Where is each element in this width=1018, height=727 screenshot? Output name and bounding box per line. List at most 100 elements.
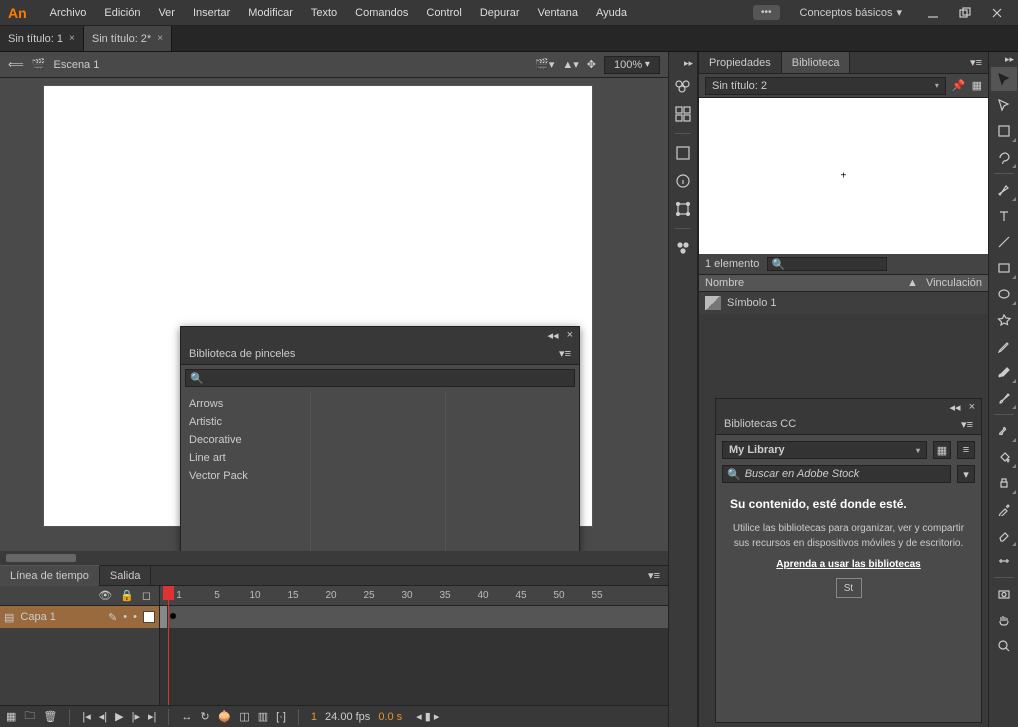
document-tab[interactable]: Sin título: 1 × xyxy=(0,26,84,51)
panel-menu-icon[interactable]: ▾≡ xyxy=(640,569,668,582)
playhead[interactable] xyxy=(168,586,169,705)
layer-color-chip[interactable] xyxy=(143,611,155,623)
timeline-ruler[interactable]: 1 5 10 15 20 25 30 35 40 45 50 55 xyxy=(160,586,668,606)
collapse-icon[interactable]: ▸▸ xyxy=(684,58,697,69)
brush-category-item[interactable]: Arrows xyxy=(181,395,310,413)
window-close-button[interactable] xyxy=(986,2,1008,24)
library-document-selector[interactable]: Sin título: 2 xyxy=(705,77,946,95)
bone-tool[interactable] xyxy=(991,419,1017,443)
text-tool[interactable] xyxy=(991,204,1017,228)
workspace-switcher[interactable]: Conceptos básicos ▾ xyxy=(790,6,912,19)
close-icon[interactable]: × xyxy=(69,33,75,44)
adobe-stock-icon[interactable]: St xyxy=(836,578,862,598)
free-transform-tool[interactable] xyxy=(991,119,1017,143)
collapse-icon[interactable]: ▸▸ xyxy=(1005,54,1018,65)
column-header-linkage[interactable]: Vinculación xyxy=(926,277,982,289)
rectangle-tool[interactable] xyxy=(991,256,1017,280)
delete-layer-button[interactable]: 🗑 xyxy=(43,710,57,723)
visibility-column-icon[interactable]: 👁 xyxy=(98,589,112,602)
width-tool[interactable] xyxy=(991,549,1017,573)
fps-value[interactable]: 24.00 fps xyxy=(325,711,370,723)
color-icon[interactable] xyxy=(672,142,694,164)
back-icon[interactable]: ⟸ xyxy=(8,58,24,71)
span-selector-icon[interactable]: ◂ ▮ ▸ xyxy=(416,710,439,723)
play-button[interactable]: ▶ xyxy=(115,710,123,723)
collapse-icon[interactable]: ◂◂ xyxy=(548,329,559,342)
goto-last-button[interactable]: ▸| xyxy=(148,710,156,723)
lock-dot-icon[interactable]: • xyxy=(133,611,137,623)
timeline-frame-track[interactable] xyxy=(160,606,668,628)
cc-learn-link[interactable]: Aprenda a usar las bibliotecas xyxy=(776,559,921,570)
cc-stock-search-input[interactable]: 🔍 Buscar en Adobe Stock xyxy=(722,465,951,483)
panel-menu-icon[interactable]: ▾≡ xyxy=(559,347,571,360)
scene-name[interactable]: Escena 1 xyxy=(53,59,99,71)
brush-category-item[interactable]: Line art xyxy=(181,449,310,467)
pin-library-icon[interactable]: 📌 xyxy=(952,79,966,92)
panel-menu-icon[interactable]: ▾≡ xyxy=(961,418,973,431)
clapboard-menu-icon[interactable]: 🎬▾ xyxy=(535,58,554,71)
step-back-button[interactable]: ◂| xyxy=(99,710,107,723)
align-icon[interactable] xyxy=(672,103,694,125)
collapse-icon[interactable]: ◂◂ xyxy=(950,401,961,414)
new-library-icon[interactable]: ▦ xyxy=(972,79,982,92)
stage-area[interactable]: ◂◂ × Biblioteca de pinceles ▾≡ 🔍 Arrows … xyxy=(0,78,668,551)
zoom-input[interactable]: 100% ▾ xyxy=(604,56,660,74)
hand-tool[interactable] xyxy=(991,608,1017,632)
lasso-tool[interactable] xyxy=(991,145,1017,169)
paint-brush-tool[interactable] xyxy=(991,386,1017,410)
swatches-icon[interactable] xyxy=(672,75,694,97)
current-frame-value[interactable]: 1 xyxy=(311,711,317,723)
sort-icon[interactable]: ▲ xyxy=(907,277,918,289)
selection-tool[interactable] xyxy=(991,67,1017,91)
menu-control[interactable]: Control xyxy=(417,0,470,26)
list-view-button[interactable]: ≡ xyxy=(957,441,975,459)
new-layer-button[interactable]: ▦ xyxy=(6,710,16,723)
brush-category-item[interactable]: Artistic xyxy=(181,413,310,431)
window-restore-button[interactable] xyxy=(954,2,976,24)
library-item-row[interactable]: Símbolo 1 xyxy=(699,292,988,314)
eyedropper-tool[interactable] xyxy=(991,497,1017,521)
goto-first-button[interactable]: |◂ xyxy=(82,710,90,723)
search-filter-button[interactable]: ▾ xyxy=(957,465,975,483)
stage-hscrollbar[interactable] xyxy=(0,551,668,565)
menu-insertar[interactable]: Insertar xyxy=(184,0,239,26)
transform-icon[interactable] xyxy=(672,198,694,220)
timeline-layer-row[interactable]: ▤ Capa 1 ✎ • • xyxy=(0,606,159,628)
panel-menu-icon[interactable]: ▾≡ xyxy=(964,52,988,73)
menu-comandos[interactable]: Comandos xyxy=(346,0,417,26)
timeline-frames[interactable]: 1 5 10 15 20 25 30 35 40 45 50 55 xyxy=(160,586,668,705)
tab-output[interactable]: Salida xyxy=(100,566,152,586)
document-tab[interactable]: Sin título: 2* × xyxy=(84,26,172,51)
scrollbar-thumb[interactable] xyxy=(6,554,76,562)
ink-bottle-tool[interactable] xyxy=(991,471,1017,495)
menu-ayuda[interactable]: Ayuda xyxy=(587,0,636,26)
onion-outline-button[interactable]: ◫ xyxy=(239,710,249,723)
info-icon[interactable] xyxy=(672,170,694,192)
menu-archivo[interactable]: Archivo xyxy=(41,0,96,26)
brush-category-item[interactable]: Vector Pack xyxy=(181,467,310,485)
cc-library-selector[interactable]: My Library xyxy=(722,441,927,459)
zoom-tool[interactable] xyxy=(991,634,1017,658)
window-minimize-button[interactable] xyxy=(922,2,944,24)
center-frame-button[interactable]: ↔ xyxy=(181,711,192,723)
library-item-name[interactable]: Símbolo 1 xyxy=(727,297,777,309)
polystar-tool[interactable] xyxy=(991,308,1017,332)
library-search-input[interactable]: 🔍 xyxy=(767,257,887,271)
tab-library[interactable]: Biblioteca xyxy=(782,52,851,73)
menu-depurar[interactable]: Depurar xyxy=(471,0,529,26)
tab-timeline[interactable]: Línea de tiempo xyxy=(0,565,100,586)
column-header-name[interactable]: Nombre xyxy=(705,277,907,289)
menu-texto[interactable]: Texto xyxy=(302,0,346,26)
new-folder-button[interactable]: 🗀 xyxy=(24,707,35,726)
pen-tool[interactable] xyxy=(991,178,1017,202)
brush-tool[interactable] xyxy=(991,360,1017,384)
menu-ver[interactable]: Ver xyxy=(149,0,184,26)
line-tool[interactable] xyxy=(991,230,1017,254)
tab-properties[interactable]: Propiedades xyxy=(699,52,782,73)
eraser-tool[interactable] xyxy=(991,523,1017,547)
paint-bucket-tool[interactable] xyxy=(991,445,1017,469)
layer-name[interactable]: Capa 1 xyxy=(20,611,55,623)
oval-tool[interactable] xyxy=(991,282,1017,306)
camera-tool[interactable] xyxy=(991,582,1017,606)
center-stage-icon[interactable]: ✥ xyxy=(587,58,596,71)
